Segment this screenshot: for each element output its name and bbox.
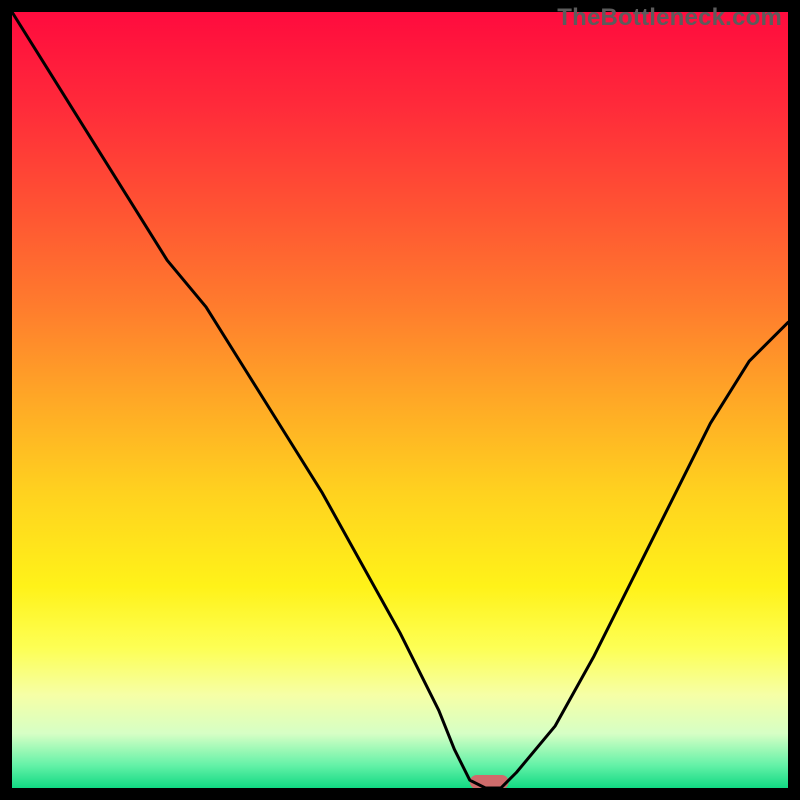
bottleneck-chart: TheBottleneck.com [0,0,800,800]
watermark-label: TheBottleneck.com [557,4,782,32]
gradient-background [12,12,788,788]
plot-svg [0,0,800,800]
